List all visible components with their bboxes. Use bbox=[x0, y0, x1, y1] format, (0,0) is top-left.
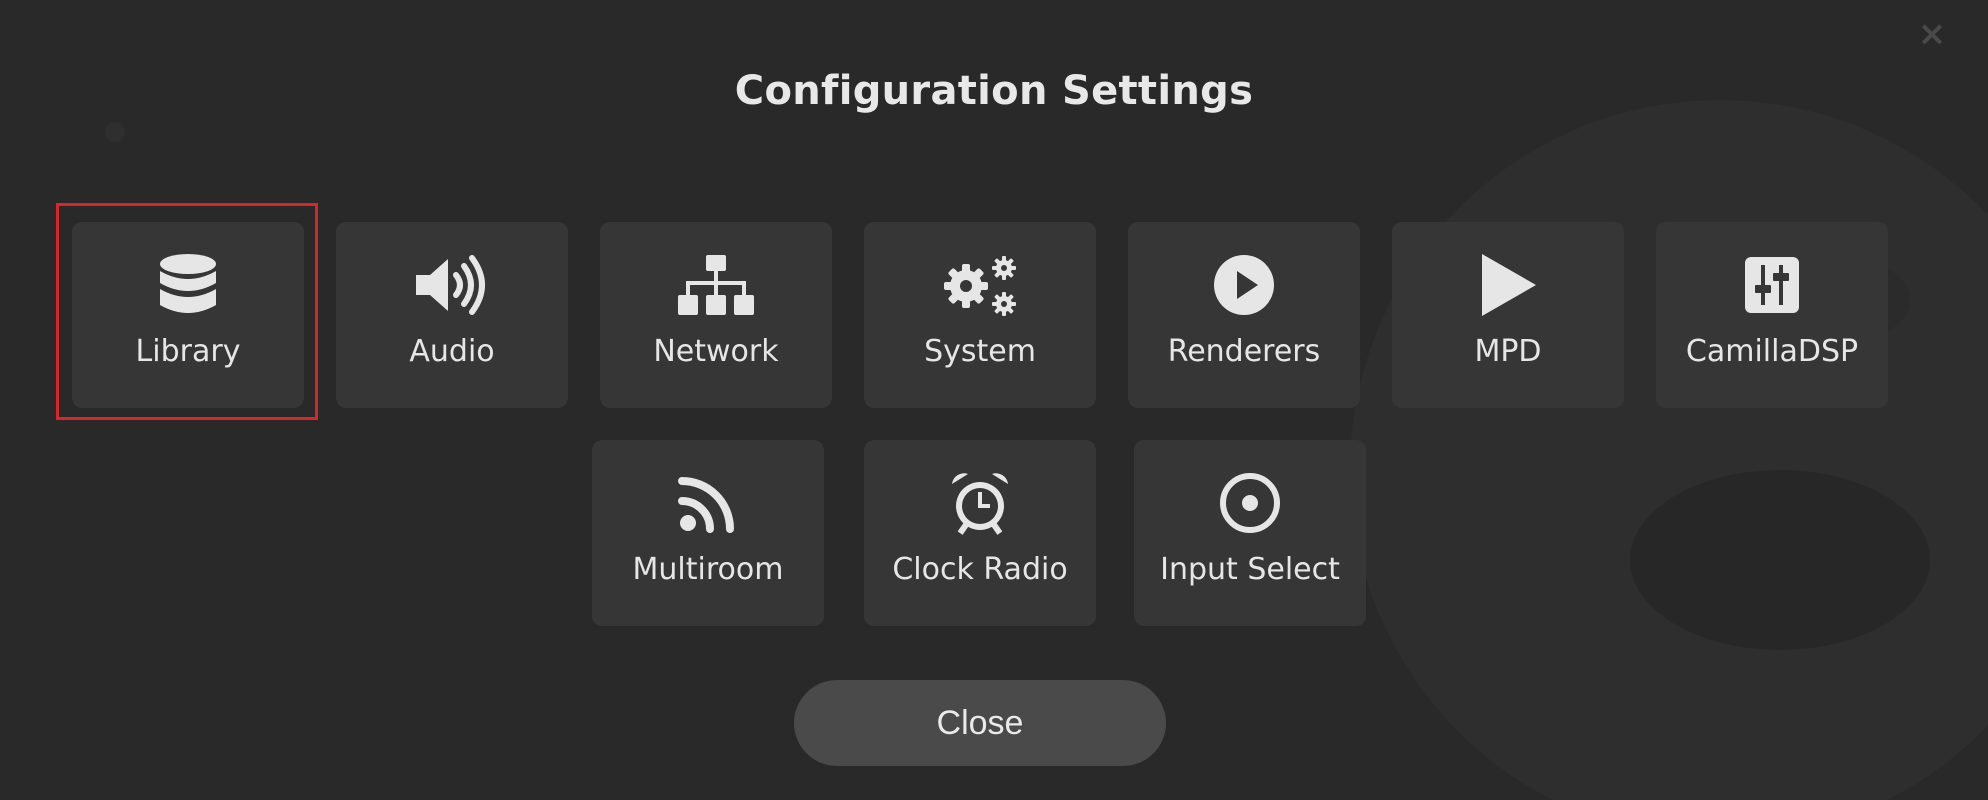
dot-circle-icon bbox=[1200, 470, 1300, 536]
tile-label: Audio bbox=[409, 334, 495, 369]
close-button[interactable]: Close bbox=[794, 680, 1166, 766]
tile-label: Input Select bbox=[1160, 552, 1340, 587]
tile-library[interactable]: Library bbox=[72, 222, 304, 408]
tile-label: System bbox=[924, 334, 1036, 369]
page-title: Configuration Settings bbox=[734, 68, 1254, 114]
sitemap-icon bbox=[666, 252, 766, 318]
tile-camilladsp[interactable]: CamillaDSP bbox=[1656, 222, 1888, 408]
tile-label: Network bbox=[653, 334, 779, 369]
play-circle-icon bbox=[1194, 252, 1294, 318]
tile-label: Renderers bbox=[1167, 334, 1321, 369]
tile-label: CamillaDSP bbox=[1685, 334, 1859, 369]
tile-label: Library bbox=[135, 334, 241, 369]
tile-clock-radio[interactable]: Clock Radio bbox=[864, 440, 1096, 626]
tile-network[interactable]: Network bbox=[600, 222, 832, 408]
tile-label: MPD bbox=[1474, 334, 1542, 369]
configuration-modal: × Configuration Settings Library Audio N… bbox=[0, 0, 1988, 800]
play-icon bbox=[1458, 252, 1558, 318]
volume-icon bbox=[402, 252, 502, 318]
tile-input-select[interactable]: Input Select bbox=[1134, 440, 1366, 626]
tile-system[interactable]: System bbox=[864, 222, 1096, 408]
sliders-icon bbox=[1722, 252, 1822, 318]
cogs-icon bbox=[930, 252, 1030, 318]
dismiss-icon[interactable]: × bbox=[1912, 14, 1952, 54]
tile-mpd[interactable]: MPD bbox=[1392, 222, 1624, 408]
tile-label: Multiroom bbox=[632, 552, 784, 587]
tile-multiroom[interactable]: Multiroom bbox=[592, 440, 824, 626]
tile-label: Clock Radio bbox=[892, 552, 1068, 587]
tile-renderers[interactable]: Renderers bbox=[1128, 222, 1360, 408]
alarm-clock-icon bbox=[930, 470, 1030, 536]
tile-audio[interactable]: Audio bbox=[336, 222, 568, 408]
rss-icon bbox=[658, 470, 758, 536]
database-icon bbox=[138, 252, 238, 318]
